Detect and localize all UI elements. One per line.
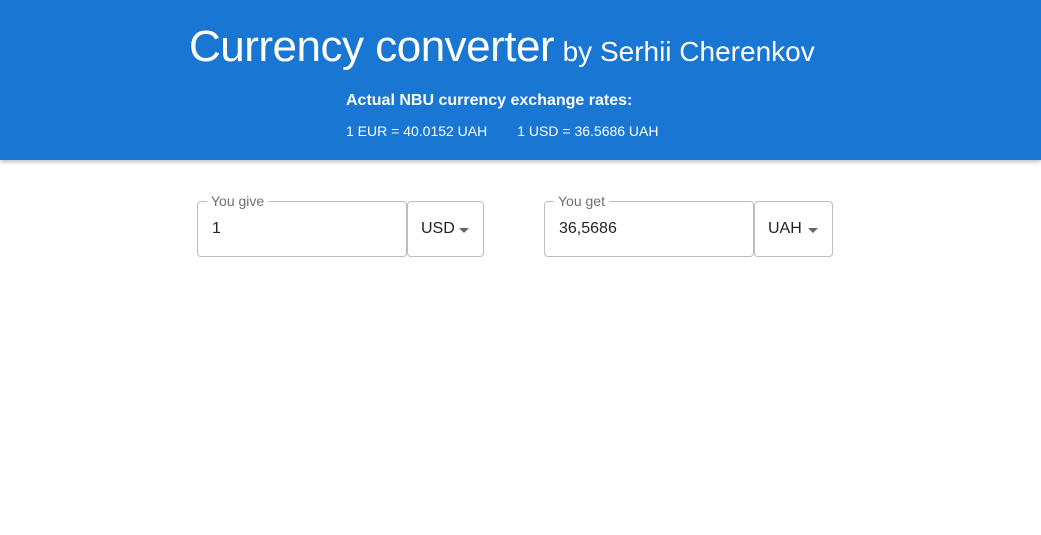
rate-eur: 1 EUR = 40.0152 UAH bbox=[346, 123, 488, 139]
page-title: Currency converter by Serhii Cherenkov bbox=[189, 22, 815, 72]
app-header: Currency converter by Serhii Cherenkov A… bbox=[0, 0, 1041, 160]
get-amount-value: 36,5686 bbox=[559, 220, 617, 237]
give-currency-value: USD bbox=[421, 220, 455, 237]
get-amount-label: You get bbox=[554, 192, 609, 210]
rate-usd: 1 USD = 36.5686 UAH bbox=[517, 123, 659, 139]
caret-down-icon bbox=[459, 228, 469, 233]
get-amount-input[interactable]: You get 36,5686 bbox=[544, 192, 754, 257]
give-amount-value: 1 bbox=[212, 220, 221, 237]
caret-down-icon bbox=[808, 228, 818, 233]
give-amount-label: You give bbox=[207, 192, 269, 210]
title-main: Currency converter bbox=[189, 22, 555, 71]
get-currency-select[interactable]: UAH bbox=[754, 201, 833, 257]
rates-heading: Actual NBU currency exchange rates: bbox=[346, 92, 633, 109]
give-amount-input[interactable]: You give 1 bbox=[197, 192, 407, 257]
rates-row: 1 EUR = 40.0152 UAH 1 USD = 36.5686 UAH bbox=[346, 123, 659, 139]
give-currency-select[interactable]: USD bbox=[407, 201, 484, 257]
title-author: by Serhii Cherenkov bbox=[562, 36, 815, 67]
get-currency-value: UAH bbox=[768, 220, 802, 237]
